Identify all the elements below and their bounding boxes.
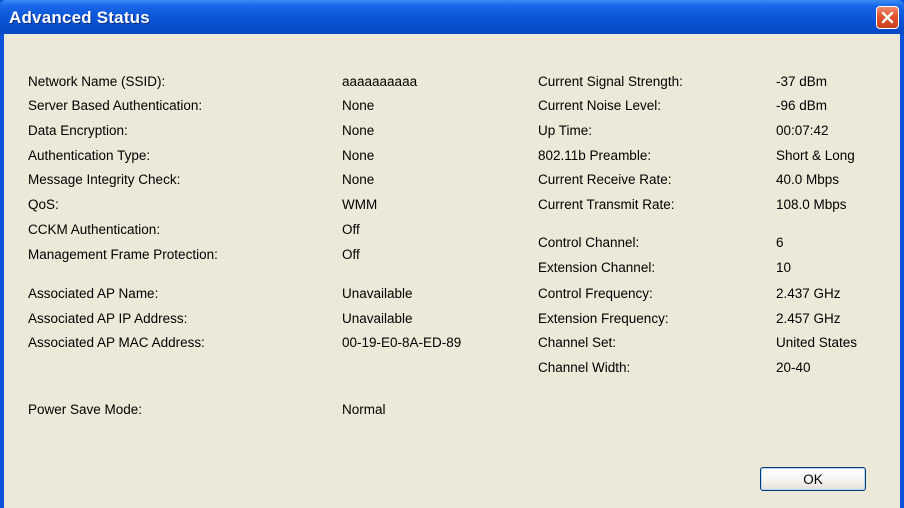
ap-name-value: Unavailable bbox=[342, 286, 413, 301]
channel-set-value: United States bbox=[776, 335, 858, 350]
ap-ip-value: Unavailable bbox=[342, 311, 413, 326]
title-bar[interactable]: Advanced Status bbox=[0, 0, 904, 34]
up-time-value: 00:07:42 bbox=[776, 123, 829, 138]
ap-name-label: Associated AP Name: bbox=[28, 286, 159, 301]
mfp-label: Management Frame Protection: bbox=[28, 247, 218, 262]
ap-mac-label: Associated AP MAC Address: bbox=[28, 335, 205, 350]
extension-frequency-label: Extension Frequency: bbox=[538, 311, 669, 326]
control-channel-value: 6 bbox=[776, 235, 784, 250]
ap-mac-value: 00-19-E0-8A-ED-89 bbox=[342, 335, 462, 350]
cckm-label: CCKM Authentication: bbox=[28, 222, 161, 237]
signal-strength-value: -37 dBm bbox=[776, 74, 828, 89]
auth-type-value: None bbox=[342, 148, 375, 163]
cckm-value: Off bbox=[342, 222, 360, 237]
mic-label: Message Integrity Check: bbox=[28, 172, 181, 187]
preamble-value: Short & Long bbox=[776, 148, 855, 163]
signal-strength-label: Current Signal Strength: bbox=[538, 74, 683, 89]
receive-rate-label: Current Receive Rate: bbox=[538, 172, 672, 187]
close-icon bbox=[881, 11, 894, 24]
status-panel: Network Name (SSID): aaaaaaaaaa Server B… bbox=[4, 34, 900, 508]
data-encryption-value: None bbox=[342, 123, 375, 138]
power-save-label: Power Save Mode: bbox=[28, 402, 143, 417]
up-time-label: Up Time: bbox=[538, 123, 593, 138]
transmit-rate-value: 108.0 Mbps bbox=[776, 197, 847, 212]
extension-frequency-value: 2.457 GHz bbox=[776, 311, 841, 326]
mfp-value: Off bbox=[342, 247, 360, 262]
mic-value: None bbox=[342, 172, 375, 187]
extension-channel-label: Extension Channel: bbox=[538, 260, 656, 275]
qos-value: WMM bbox=[342, 197, 378, 212]
auth-type-label: Authentication Type: bbox=[28, 148, 151, 163]
noise-level-label: Current Noise Level: bbox=[538, 98, 662, 113]
channel-set-label: Channel Set: bbox=[538, 335, 617, 350]
ap-ip-label: Associated AP IP Address: bbox=[28, 311, 188, 326]
receive-rate-value: 40.0 Mbps bbox=[776, 172, 840, 187]
qos-label: QoS: bbox=[28, 197, 59, 212]
noise-level-value: -96 dBm bbox=[776, 98, 828, 113]
server-auth-label: Server Based Authentication: bbox=[28, 98, 203, 113]
control-frequency-value: 2.437 GHz bbox=[776, 286, 841, 301]
ssid-label: Network Name (SSID): bbox=[28, 74, 166, 89]
close-button[interactable] bbox=[876, 6, 899, 29]
transmit-rate-label: Current Transmit Rate: bbox=[538, 197, 675, 212]
advanced-status-window: Advanced Status Network Name (SSID): aaa… bbox=[0, 0, 904, 508]
control-channel-label: Control Channel: bbox=[538, 235, 640, 250]
channel-width-label: Channel Width: bbox=[538, 360, 631, 375]
ssid-value: aaaaaaaaaa bbox=[342, 74, 418, 89]
extension-channel-value: 10 bbox=[776, 260, 792, 275]
data-encryption-label: Data Encryption: bbox=[28, 123, 128, 138]
preamble-label: 802.11b Preamble: bbox=[538, 148, 652, 163]
ok-button[interactable]: OK bbox=[760, 467, 866, 491]
power-save-value: Normal bbox=[342, 402, 386, 417]
channel-width-value: 20-40 bbox=[776, 360, 811, 375]
control-frequency-label: Control Frequency: bbox=[538, 286, 653, 301]
server-auth-value: None bbox=[342, 98, 375, 113]
window-title: Advanced Status bbox=[9, 8, 150, 27]
